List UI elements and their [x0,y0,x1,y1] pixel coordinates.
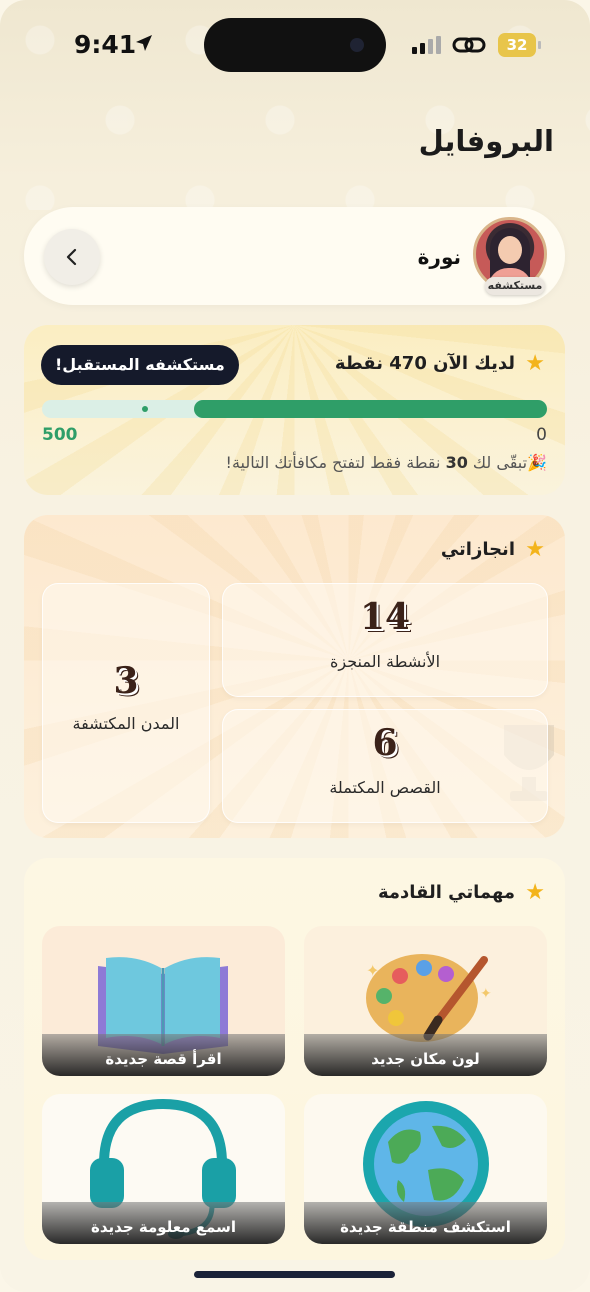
activities-label: الأنشطة المنجزة [329,652,441,671]
points-card: ★ لديك الآن 470 نقطة مستكشفه المستقبل! 5… [24,325,565,495]
star-icon: ★ [525,880,545,905]
achievements-card: ★ انجازاتي 14 الأنشطة المنجزة 6 القصص ال… [24,515,565,838]
status-bar: 9:41 32 [0,0,590,90]
stories-tile[interactable]: 6 القصص المكتملة [222,709,548,823]
location-arrow-icon [136,35,152,51]
remaining-points-text: 🎉تبقّى لك 30 نقطة فقط لتفتح مكافأتك التا… [225,453,547,472]
mission-label: اقرأ قصة جديدة [105,1050,222,1068]
profile-screen: 9:41 32 البروفايل نورة مستكشفه ★ لديك ال… [0,0,590,1292]
battery-indicator: 32 [498,33,541,57]
points-progress-fill [193,400,547,418]
status-time: 9:41 [74,30,137,59]
mission-label: استكشف منطقة جديدة [340,1218,511,1236]
missions-card: ★ مهماتي القادمة ✦ ✦ لون مكان جديد اقرأ … [24,858,565,1260]
avatar-rank-badge: مستكشفه [485,277,545,295]
rank-badge: مستكشفه المستقبل! [41,345,239,385]
points-progress-bar [42,400,547,418]
cellular-signal-icon [412,36,441,54]
chevron-left-icon [66,248,77,266]
star-icon: ★ [525,537,545,562]
mission-label: لون مكان جديد [371,1050,480,1068]
user-name: نورة [417,245,461,269]
achievements-title: انجازاتي [440,539,515,560]
mission-card-hear-fact[interactable]: اسمع معلومة جديدة [42,1094,285,1244]
progress-max-label: 500 [42,425,78,445]
back-button[interactable] [44,229,100,285]
camera-dot [350,38,364,52]
stories-label: القصص المكتملة [329,778,441,797]
points-text: لديك الآن 470 نقطة [334,353,515,374]
cities-label: المدن المكتشفة [72,714,180,733]
mission-card-explore-region[interactable]: استكشف منطقة جديدة [304,1094,547,1244]
page-title: البروفايل [418,124,554,158]
missions-title: مهماتي القادمة [377,882,515,903]
mission-card-color-place[interactable]: ✦ ✦ لون مكان جديد [304,926,547,1076]
profile-card: نورة مستكشفه [24,207,565,305]
cities-count: 3 [113,660,139,702]
link-icon [452,37,486,53]
avatar-face [498,236,522,264]
svg-text:✦: ✦ [366,961,379,980]
mission-label: اسمع معلومة جديدة [91,1218,236,1236]
progress-min-label: 0 [536,425,547,445]
cities-tile[interactable]: 3 المدن المكتشفة [42,583,210,823]
star-icon: ★ [525,351,545,376]
activities-tile[interactable]: 14 الأنشطة المنجزة [222,583,548,697]
home-indicator[interactable] [194,1271,395,1278]
progress-dot [142,406,148,412]
svg-text:✦: ✦ [480,986,492,1002]
stories-count: 6 [372,722,398,764]
mission-card-read-story[interactable]: اقرأ قصة جديدة [42,926,285,1076]
activities-count: 14 [359,596,411,638]
